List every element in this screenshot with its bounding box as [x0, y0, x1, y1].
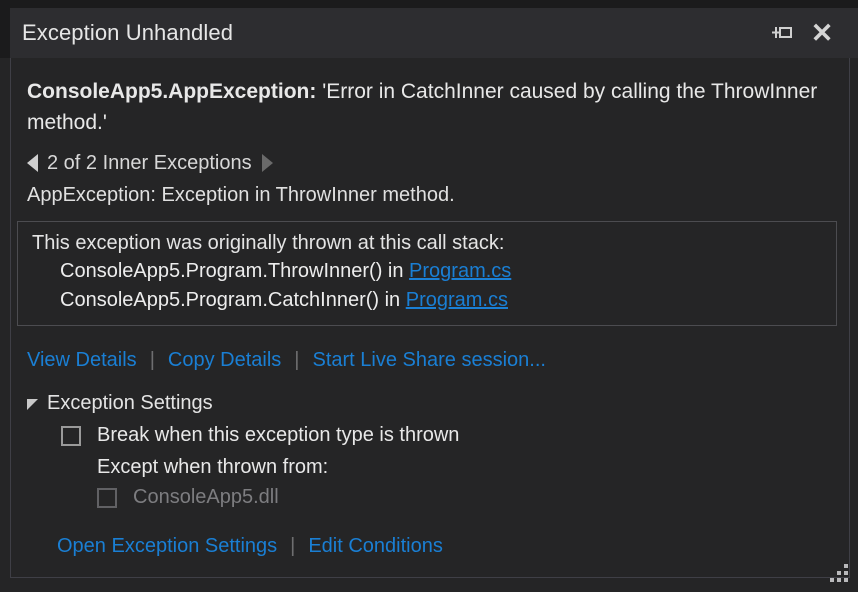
module-exclusion-row: ConsoleApp5.dll: [97, 486, 279, 509]
dialog-titlebar: Exception Unhandled ✕: [0, 0, 858, 58]
link-separator: |: [149, 348, 155, 371]
close-icon: ✕: [810, 17, 834, 48]
dialog-body: ConsoleApp5.AppException: 'Error in Catc…: [10, 58, 850, 578]
call-stack-header: This exception was originally thrown at …: [32, 232, 505, 254]
edit-conditions-link[interactable]: Edit Conditions: [308, 535, 443, 558]
start-live-share-session-link[interactable]: Start Live Share session...: [312, 349, 545, 372]
previous-inner-exception-arrow-icon[interactable]: [27, 154, 38, 172]
resize-grip-icon[interactable]: [828, 562, 850, 584]
dialog-title: Exception Unhandled: [22, 20, 234, 45]
break-on-exception-row: Break when this exception type is thrown: [61, 424, 459, 447]
link-separator: |: [294, 348, 300, 371]
call-stack-panel: This exception was originally thrown at …: [17, 221, 837, 326]
break-when-thrown-checkbox[interactable]: [61, 425, 81, 446]
call-stack-frame: ConsoleApp5.Program.CatchInner() in Prog…: [18, 286, 836, 315]
exception-message: ConsoleApp5.AppException: 'Error in Catc…: [27, 76, 827, 138]
break-when-thrown-label: Break when this exception type is thrown: [97, 424, 460, 446]
exception-type: ConsoleApp5.AppException:: [27, 80, 317, 103]
copy-details-link[interactable]: Copy Details: [168, 349, 281, 372]
expander-expanded-icon[interactable]: [27, 398, 38, 410]
call-stack-frame: ConsoleApp5.Program.ThrowInner() in Prog…: [18, 257, 836, 286]
footer-links-row: Open Exception Settings | Edit Condition…: [57, 532, 443, 560]
close-button[interactable]: ✕: [802, 13, 842, 53]
exception-unhandled-dialog: Exception Unhandled ✕ ConsoleApp5.AppExc…: [0, 0, 858, 592]
exception-settings-title: Exception Settings: [47, 391, 213, 414]
call-stack-frame-link[interactable]: Program.cs: [409, 260, 511, 282]
open-exception-settings-link[interactable]: Open Exception Settings: [57, 535, 277, 558]
pin-icon: [772, 27, 792, 38]
next-inner-exception-arrow-icon[interactable]: [261, 154, 273, 172]
inner-exception-nav: 2 of 2 Inner Exceptions: [27, 150, 273, 176]
module-label: ConsoleApp5.dll: [133, 486, 279, 508]
inner-exception-count-label: 2 of 2 Inner Exceptions: [47, 151, 252, 174]
module-checkbox: [97, 487, 117, 508]
exception-settings-header[interactable]: Exception Settings: [27, 390, 213, 416]
call-stack-frame-link[interactable]: Program.cs: [406, 289, 508, 311]
view-details-link[interactable]: View Details: [27, 349, 137, 372]
call-stack-frame-method: ConsoleApp5.Program.CatchInner() in: [60, 289, 406, 311]
call-stack-frame-method: ConsoleApp5.Program.ThrowInner() in: [60, 260, 410, 282]
except-when-thrown-from-label: Except when thrown from:: [97, 456, 329, 478]
pin-button[interactable]: [762, 13, 802, 53]
inner-exception-description: AppException: Exception in ThrowInner me…: [27, 184, 455, 206]
link-separator: |: [290, 534, 296, 557]
action-links-row: View Details | Copy Details | Start Live…: [27, 346, 546, 374]
